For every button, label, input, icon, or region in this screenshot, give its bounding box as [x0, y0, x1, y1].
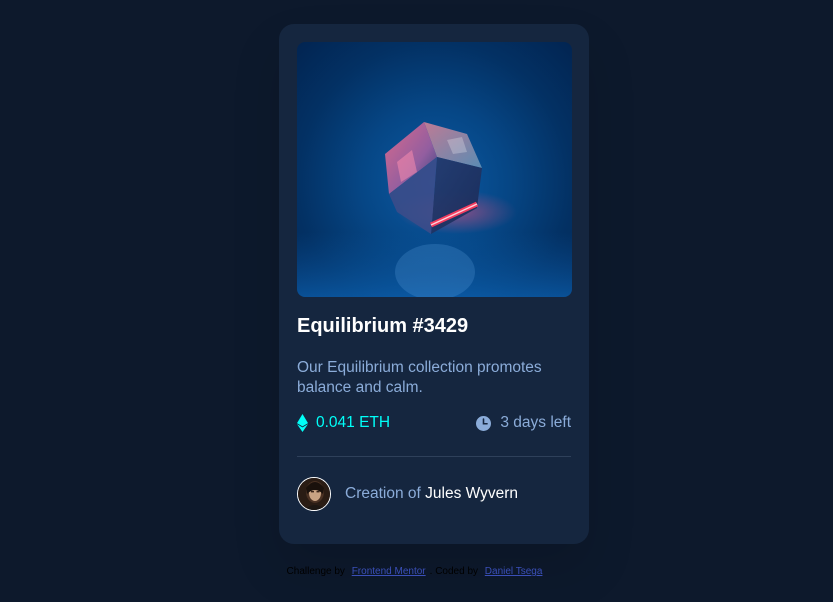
time-block: 3 days left: [476, 414, 571, 432]
time-left-value: 3 days left: [500, 414, 571, 431]
attribution: Challenge by Frontend Mentor. Coded by D…: [0, 566, 833, 577]
nft-description: Our Equilibrium collection promotes bala…: [297, 359, 542, 396]
creator-avatar-image: [298, 478, 330, 510]
author-link[interactable]: Daniel Tsega: [485, 566, 543, 577]
avatar: [297, 477, 331, 511]
creator-prefix: Creation of: [345, 485, 421, 502]
creator-name-link[interactable]: Jules Wyvern: [425, 485, 518, 502]
nft-meta-row: 0.041 ETH 3 days left: [297, 414, 571, 436]
creator-line: Creation of Jules Wyvern: [345, 485, 518, 503]
coded-prefix: Coded by: [435, 566, 479, 577]
creator-row: Creation of Jules Wyvern: [297, 476, 518, 512]
challenge-prefix: Challenge by: [286, 566, 345, 577]
attribution-separator: .: [429, 566, 433, 577]
nft-title[interactable]: Equilibrium #3429: [297, 315, 468, 338]
crystal-cube-illustration: [297, 122, 572, 297]
clock-icon: [476, 415, 492, 431]
frontend-mentor-link[interactable]: Frontend Mentor: [352, 566, 426, 577]
price-block: 0.041 ETH: [297, 414, 390, 432]
nft-preview-card: Equilibrium #3429 Our Equilibrium collec…: [279, 24, 589, 544]
nft-image[interactable]: [297, 42, 572, 297]
price-value: 0.041 ETH: [316, 414, 391, 431]
ethereum-icon: [297, 414, 308, 432]
card-divider: [297, 456, 571, 457]
